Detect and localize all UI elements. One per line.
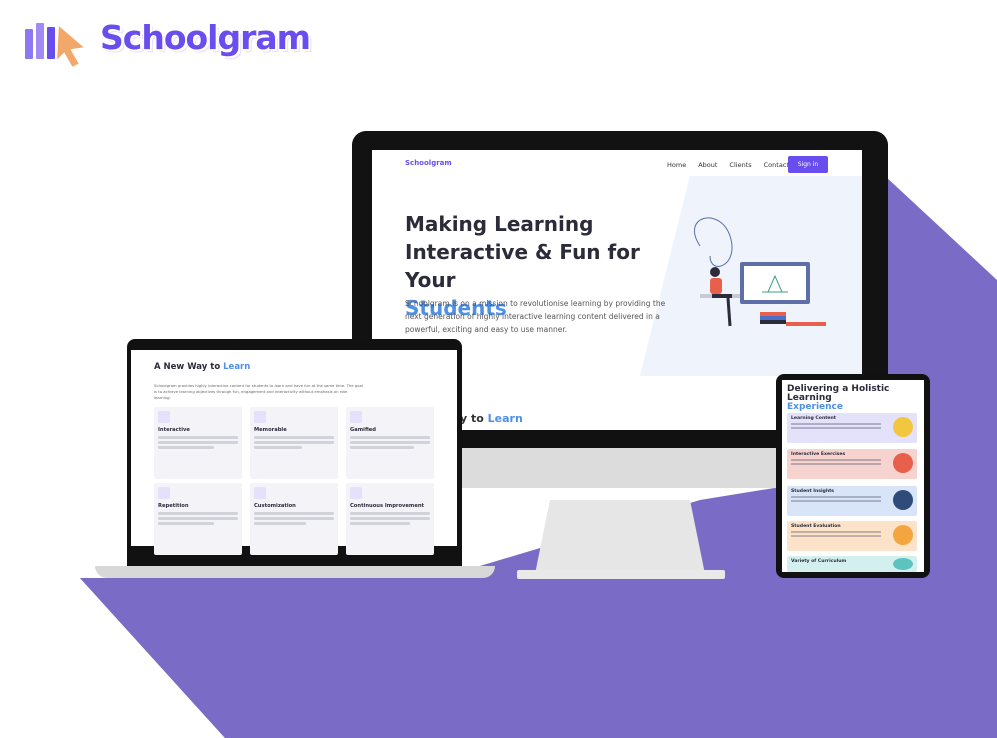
card-title: Repetition (158, 503, 189, 509)
section-fragment-b: Learn (487, 412, 523, 425)
gamified-icon (350, 411, 362, 423)
laptop-base (95, 566, 495, 578)
monitor-foot (517, 570, 725, 579)
repetition-icon (158, 487, 170, 499)
feature-card-interactive[interactable]: Interactive (154, 407, 242, 479)
monitor-section-heading: y to Learn (460, 412, 523, 425)
feature-card-customization[interactable]: Customization (250, 483, 338, 555)
card-title: Interactive (158, 427, 190, 433)
signin-button[interactable]: Sign in (788, 156, 828, 173)
tablet-card-variety-of-curriculum[interactable]: Variety of Curriculum (787, 556, 917, 572)
laptop-heading-b: Learn (223, 362, 251, 372)
tablet-heading: Delivering a Holistic Learning Experience (787, 385, 921, 412)
mockup-stage: Schoolgram Schoolgram Home About Clients… (0, 0, 997, 738)
tablet-card-student-insights[interactable]: Student Insights (787, 486, 917, 516)
section-fragment-a: y to (460, 412, 488, 425)
laptop-heading-a: A New Way to (154, 362, 224, 372)
card-title: Gamified (350, 427, 377, 433)
card-title: Memorable (254, 427, 287, 433)
student-insights-icon (893, 490, 913, 510)
tablet-card-learning-content[interactable]: Learning Content (787, 413, 917, 443)
interactive-icon (158, 411, 170, 423)
improvement-icon (350, 487, 362, 499)
tablet-card-interactive-exercises[interactable]: Interactive Exercises (787, 449, 917, 479)
hero-paragraph: Schoolgram is on a mission to revolution… (405, 299, 666, 334)
feature-card-gamified[interactable]: Gamified (346, 407, 434, 479)
nav-link-home[interactable]: Home (667, 161, 686, 169)
nav-link-contact[interactable]: Contact (764, 161, 789, 169)
curriculum-icon (893, 558, 913, 570)
customization-icon (254, 487, 266, 499)
tablet-heading-b: Experience (787, 402, 843, 412)
laptop-intro: Schoolgram provides highly interactive c… (154, 383, 363, 400)
memorable-icon (254, 411, 266, 423)
feature-card-repetition[interactable]: Repetition (154, 483, 242, 555)
card-title: Customization (254, 503, 296, 509)
hero-line-1: Making Learning (405, 212, 594, 236)
laptop-heading: A New Way to Learn (154, 362, 250, 372)
hero-line-2: Interactive & Fun for Your (405, 240, 640, 292)
tablet-card-student-evaluation[interactable]: Student Evaluation (787, 521, 917, 551)
monitor-nav: Home About Clients Contact (655, 161, 789, 169)
interactive-exercises-icon (893, 453, 913, 473)
tablet-heading-a: Delivering a Holistic Learning (787, 384, 890, 403)
nav-link-clients[interactable]: Clients (729, 161, 751, 169)
brand-logo-text: Schoolgram (100, 18, 311, 57)
feature-card-continuous-improvement[interactable]: Continuous Improvement (346, 483, 434, 555)
feature-card-memorable[interactable]: Memorable (250, 407, 338, 479)
nav-link-about[interactable]: About (698, 161, 717, 169)
monitor-stand (535, 500, 705, 574)
student-evaluation-icon (893, 525, 913, 545)
card-title: Continuous Improvement (350, 503, 425, 509)
learning-content-icon (893, 417, 913, 437)
monitor-nav-logo[interactable]: Schoolgram (405, 159, 452, 167)
